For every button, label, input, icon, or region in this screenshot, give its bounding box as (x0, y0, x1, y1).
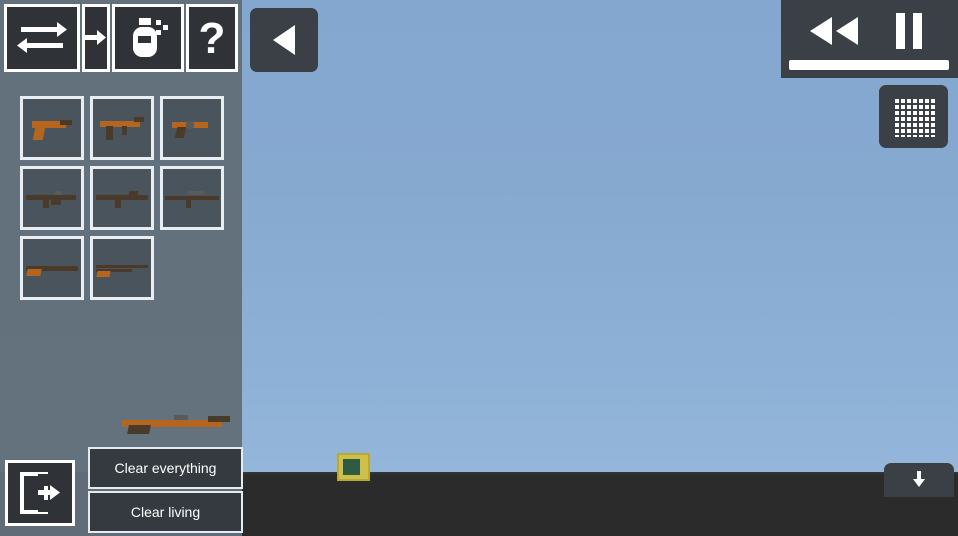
game-screen: Explosive crate Swap Insert (0, 0, 958, 536)
rewind-button[interactable]: Rewind (800, 6, 868, 56)
weapon-slot-shotgun[interactable]: Shotgun (20, 236, 84, 300)
crate-object[interactable] (337, 453, 370, 481)
exit-door-icon (20, 472, 60, 514)
double-arrow-icon (17, 22, 67, 53)
weapon-slot-battle-rifle[interactable]: Battle Rifle (90, 166, 154, 230)
clear-living-label: Clear living (130, 504, 201, 520)
grid-toggle-button[interactable]: Toggle grid (879, 85, 948, 148)
exit-button[interactable]: Exit (5, 460, 75, 526)
double-barrel-icon (95, 258, 149, 278)
question-mark-icon: ? (199, 15, 226, 61)
smg-icon (98, 115, 146, 141)
weapon-slot-smg[interactable]: Submachine Gun (90, 96, 154, 160)
download-icon (913, 471, 925, 487)
weapon-slot-sniper-rifle[interactable]: Sniper Rifle (160, 166, 224, 230)
rewind-icon (810, 17, 858, 45)
swap-tool-button[interactable]: Swap (4, 4, 80, 72)
speed-slider[interactable]: 100 (789, 60, 949, 70)
weapon-slot-revolver[interactable]: Revolver (160, 96, 224, 160)
tool-toolbar: Swap Insert Spray ? ? (0, 0, 242, 76)
grid-icon (892, 96, 935, 137)
weapon-slot-pistol[interactable]: Pistol (20, 96, 84, 160)
clear-everything-label: Clear everything (114, 460, 217, 476)
pause-icon (896, 13, 922, 49)
collapse-panel-button[interactable]: Collapse panel (250, 8, 318, 72)
spray-can-icon (133, 18, 168, 57)
clear-living-button[interactable]: Clear living (88, 491, 243, 533)
battle-rifle-icon (95, 187, 149, 209)
weapon-slot-double-barrel[interactable]: Double Barrel Shotgun (90, 236, 154, 300)
svg-text:?: ? (199, 15, 226, 61)
pause-button[interactable]: Pause (878, 6, 940, 56)
help-tool-button[interactable]: ? ? (186, 4, 238, 72)
dropped-rifle[interactable]: Rifle lying on panel (122, 412, 232, 438)
crate-inner-detail (343, 459, 360, 475)
assault-rifle-icon (25, 187, 79, 209)
arrow-to-bar-icon (85, 30, 106, 45)
triangle-left-icon (273, 25, 295, 55)
sniper-rifle-icon (164, 187, 220, 209)
spray-tool-button[interactable]: Spray (112, 4, 184, 72)
insert-tool-button[interactable]: Insert (82, 4, 110, 72)
pistol-icon (30, 116, 74, 140)
revolver-icon (170, 117, 214, 139)
weapon-slot-assault-rifle[interactable]: Assault Rifle (20, 166, 84, 230)
clear-everything-button[interactable]: Clear everything (88, 447, 243, 489)
download-panel-button[interactable]: Download (884, 463, 954, 497)
shotgun-icon (25, 258, 79, 278)
